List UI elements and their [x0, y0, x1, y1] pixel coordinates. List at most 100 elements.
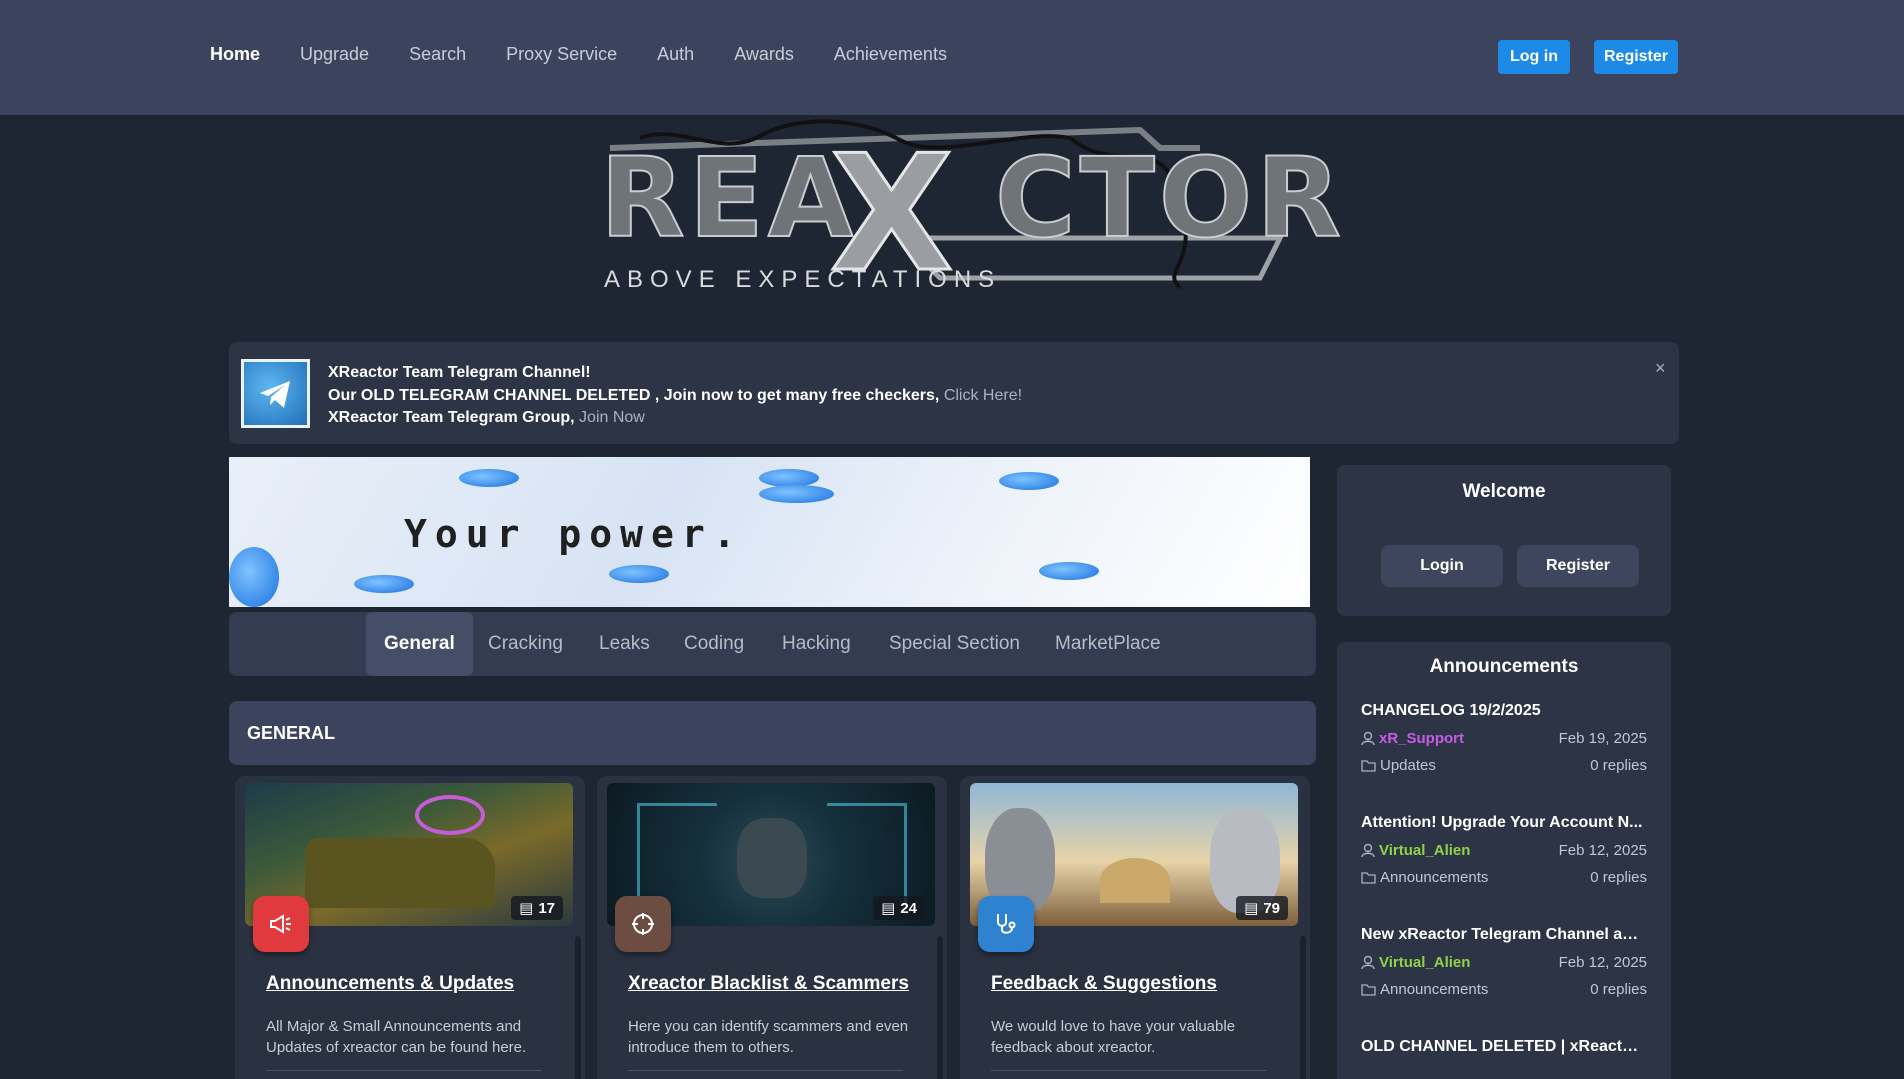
announcement-meta-category: Announcements 0 replies: [1361, 981, 1647, 1004]
scrollbar[interactable]: [937, 936, 943, 1079]
category: Updates: [1361, 757, 1436, 774]
announcements-box: Announcements CHANGELOG 19/2/2025 xR_Sup…: [1337, 642, 1671, 1079]
sidebar-register-button[interactable]: Register: [1517, 545, 1639, 587]
announcement-title[interactable]: OLD CHANNEL DELETED | xReactor.o...: [1361, 1038, 1647, 1056]
announcement-date: Feb 19, 2025: [1558, 730, 1647, 747]
register-button[interactable]: Register: [1594, 40, 1678, 74]
banner-blob: [354, 575, 414, 593]
section-header: GENERAL: [229, 701, 1316, 765]
announcement-meta-category: Updates 0 replies: [1361, 757, 1647, 780]
card-title[interactable]: Announcements & Updates: [266, 973, 514, 995]
telegram-notice: XReactor Team Telegram Channel! Our OLD …: [229, 342, 1679, 444]
category-name[interactable]: Announcements: [1380, 869, 1488, 886]
folder-icon: [1361, 872, 1376, 884]
nav-upgrade[interactable]: Upgrade: [300, 44, 369, 65]
tab-cracking[interactable]: Cracking: [488, 612, 563, 676]
nav-search[interactable]: Search: [409, 44, 466, 65]
logo-text-right: CTOR: [994, 133, 1345, 263]
nav-proxy-service[interactable]: Proxy Service: [506, 44, 617, 65]
nav-home[interactable]: Home: [210, 44, 260, 65]
announcement-item[interactable]: CHANGELOG 19/2/2025 xR_Support Feb 19, 2…: [1361, 702, 1647, 780]
category-name[interactable]: Updates: [1380, 757, 1436, 774]
forum-card[interactable]: ▤ 17 Announcements & Updates All Major & …: [235, 776, 585, 1079]
notice-join-now-link[interactable]: Join Now: [579, 409, 645, 426]
promo-banner[interactable]: Your power.: [229, 457, 1310, 607]
scrollbar[interactable]: [1300, 936, 1306, 1079]
banner-blob: [609, 565, 669, 583]
banner-blob: [229, 547, 279, 607]
category-name[interactable]: Announcements: [1380, 981, 1488, 998]
tab-general[interactable]: General: [366, 612, 473, 676]
nav-auth[interactable]: Auth: [657, 44, 694, 65]
nav-awards[interactable]: Awards: [734, 44, 794, 65]
stethoscope-icon: [978, 896, 1034, 952]
author-name[interactable]: Virtual_Alien: [1379, 954, 1470, 971]
divider: [628, 1070, 903, 1071]
tab-coding[interactable]: Coding: [684, 612, 744, 676]
announcements-title: Announcements: [1429, 656, 1579, 677]
logo-text-left: REA: [599, 133, 857, 263]
card-description: Here you can identify scammers and even …: [628, 1018, 909, 1056]
announcement-title[interactable]: Attention! Upgrade Your Account N...: [1361, 814, 1647, 832]
card-description: We would love to have your valuable feed…: [991, 1018, 1236, 1056]
announcement-title[interactable]: CHANGELOG 19/2/2025: [1361, 702, 1647, 720]
announcement-item[interactable]: New xReactor Telegram Channel and... Vir…: [1361, 926, 1647, 1004]
comment-icon: ▤: [519, 900, 534, 917]
nav-achievements[interactable]: Achievements: [834, 44, 947, 65]
scrollbar[interactable]: [575, 936, 581, 1079]
user-icon: [1361, 731, 1375, 746]
forum-card[interactable]: ▤ 24 Xreactor Blacklist & Scammers Here y…: [597, 776, 947, 1079]
site-logo[interactable]: REA X CTOR ABOVE EXPECTATIONS: [599, 118, 1342, 309]
author-name[interactable]: Virtual_Alien: [1379, 842, 1470, 859]
tab-leaks[interactable]: Leaks: [599, 612, 650, 676]
author: Virtual_Alien: [1361, 842, 1470, 859]
notice-line-1: XReactor Team Telegram Channel!: [328, 362, 1022, 385]
announcement-item[interactable]: OLD CHANNEL DELETED | xReactor.o...: [1361, 1038, 1647, 1056]
top-navbar: Home Upgrade Search Proxy Service Auth A…: [0, 0, 1904, 115]
notice-line-3: XReactor Team Telegram Group, Join Now: [328, 407, 1022, 430]
welcome-box: Welcome Login Register: [1337, 465, 1671, 616]
circuit-lines: [827, 803, 907, 903]
skull-shape: [737, 818, 807, 898]
banner-blob: [999, 472, 1059, 490]
reply-count: 0 replies: [1590, 757, 1647, 774]
folder-icon: [1361, 760, 1376, 772]
author: xR_Support: [1361, 730, 1464, 747]
banner-text: Your power.: [404, 512, 744, 556]
login-button[interactable]: Log in: [1498, 40, 1570, 74]
announcement-item[interactable]: Attention! Upgrade Your Account N... Vir…: [1361, 814, 1647, 892]
notice-text: XReactor Team Telegram Channel! Our OLD …: [328, 362, 1022, 430]
announcement-meta-user: Virtual_Alien Feb 12, 2025: [1361, 954, 1647, 977]
user-icon: [1361, 843, 1375, 858]
telegram-icon: [241, 359, 310, 428]
card-title[interactable]: Feedback & Suggestions: [991, 973, 1217, 995]
tab-special-section[interactable]: Special Section: [889, 612, 1020, 676]
tab-marketplace[interactable]: MarketPlace: [1055, 612, 1161, 676]
user-icon: [1361, 955, 1375, 970]
author-name[interactable]: xR_Support: [1379, 730, 1464, 747]
logo-tagline: ABOVE EXPECTATIONS: [604, 266, 1002, 293]
notice-group-text: XReactor Team Telegram Group,: [328, 409, 575, 426]
forum-card[interactable]: ▤ 79 Feedback & Suggestions We would love…: [960, 776, 1310, 1079]
crosshair-icon: [615, 896, 671, 952]
close-icon[interactable]: ×: [1655, 358, 1666, 379]
car-shape: [305, 838, 495, 908]
card-title[interactable]: Xreactor Blacklist & Scammers: [628, 973, 909, 995]
announcement-title[interactable]: New xReactor Telegram Channel and...: [1361, 926, 1647, 944]
thread-count: ▤ 17: [511, 896, 563, 920]
notice-line-2: Our OLD TELEGRAM CHANNEL DELETED , Join …: [328, 385, 1022, 408]
megaphone-icon: [253, 896, 309, 952]
notice-channel-text: Our OLD TELEGRAM CHANNEL DELETED , Join …: [328, 386, 940, 404]
divider: [266, 1070, 541, 1071]
banner-blob: [459, 469, 519, 487]
category-tabs: General Cracking Leaks Coding Hacking Sp…: [229, 612, 1316, 676]
reply-count: 0 replies: [1590, 981, 1647, 998]
notice-click-here-link[interactable]: Click Here!: [944, 387, 1022, 404]
thread-count-value: 24: [900, 899, 917, 917]
sidebar-login-button[interactable]: Login: [1381, 545, 1503, 587]
folder-icon: [1361, 984, 1376, 996]
circuit-lines: [637, 803, 717, 903]
author: Virtual_Alien: [1361, 954, 1470, 971]
tab-hacking[interactable]: Hacking: [782, 612, 851, 676]
dome-shape: [1100, 858, 1170, 903]
